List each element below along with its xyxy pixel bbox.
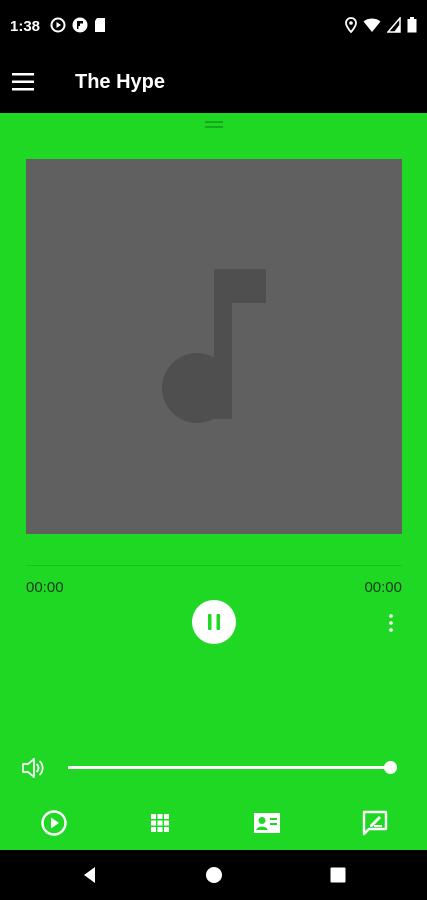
feedback-icon[interactable] — [360, 808, 390, 838]
play-circle-icon[interactable] — [39, 808, 69, 838]
album-art — [26, 159, 402, 534]
grid-icon[interactable] — [145, 808, 175, 838]
volume-slider-thumb[interactable] — [384, 761, 397, 774]
total-duration: 00:00 — [364, 579, 402, 596]
volume-slider-track[interactable] — [68, 766, 390, 769]
volume-icon[interactable] — [20, 755, 46, 781]
drag-handle-line — [205, 126, 223, 128]
drag-handle-line — [205, 121, 223, 123]
home-icon[interactable] — [203, 864, 225, 886]
pause-button[interactable] — [192, 600, 236, 644]
sd-card-icon — [95, 18, 105, 32]
wifi-icon — [363, 18, 381, 32]
location-icon — [345, 17, 357, 33]
status-icons-right — [345, 17, 417, 33]
system-nav-bar — [0, 850, 427, 900]
recents-icon[interactable] — [327, 864, 349, 886]
status-time: 1:38 — [10, 18, 41, 35]
flipboard-icon — [72, 17, 88, 33]
status-bar: 1:38 — [0, 0, 427, 56]
contact-card-icon[interactable] — [252, 808, 282, 838]
elapsed-time: 00:00 — [26, 579, 64, 596]
status-icons-left — [50, 17, 106, 33]
back-icon[interactable] — [79, 864, 101, 886]
progress-divider — [26, 565, 402, 566]
bottom-tab-bar — [0, 800, 427, 850]
music-note-icon — [162, 269, 266, 423]
signal-icon — [387, 17, 401, 33]
more-options-icon[interactable] — [384, 612, 398, 634]
pause-icon — [208, 614, 220, 630]
app-title: The Hype — [75, 71, 166, 93]
hamburger-menu-icon[interactable] — [10, 68, 38, 96]
drag-handle[interactable] — [205, 121, 223, 129]
app-bar: The Hype — [0, 56, 427, 113]
play-circle-icon — [50, 17, 66, 33]
battery-icon — [407, 17, 417, 33]
